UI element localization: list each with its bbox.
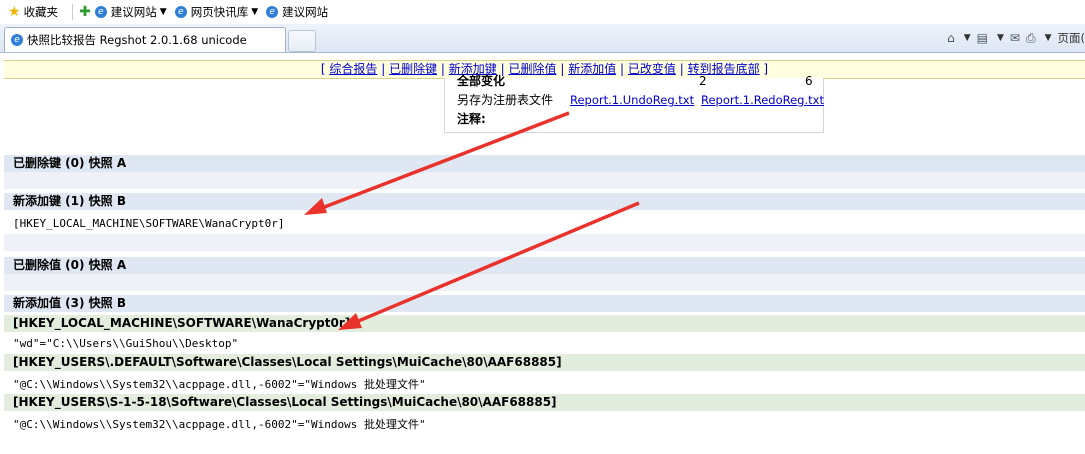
redo-reg-link[interactable]: Report.1.RedoReg.txt — [701, 91, 824, 109]
fav-item-label: 建议网站 — [282, 5, 329, 19]
tab-regshot-report[interactable]: e 快照比较报告 Regshot 2.0.1.68 unicode — [4, 27, 286, 52]
chevron-down-icon[interactable]: ▼ — [1045, 33, 1052, 43]
summary-row-save: 另存为注册表文件 Report.1.UndoReg.txt Report.1.R… — [445, 91, 824, 109]
fav-item-label: 网页快讯库 — [190, 5, 249, 19]
section-added-keys: 新添加键 (1) 快照 B — [4, 193, 1085, 210]
print-icon[interactable]: ⎙ — [1026, 31, 1036, 46]
chevron-down-icon[interactable]: ▼ — [997, 33, 1004, 43]
chevron-down-icon[interactable]: ▼ — [160, 7, 167, 17]
star-icon: ★ — [8, 4, 21, 20]
total-changes-a: 2 — [699, 74, 707, 88]
chevron-down-icon[interactable]: ▼ — [964, 33, 971, 43]
summary-row-comment: 注释: — [445, 110, 823, 128]
report-content: [ 综合报告 | 已删除键 | 新添加键 | 已删除值 | 新添加值 | 已改变… — [0, 53, 1085, 454]
fav-item-suggested-sites[interactable]: e 建议网站 ▼ — [94, 4, 167, 20]
value-key-row: [HKEY_USERS\.DEFAULT\Software\Classes\Lo… — [4, 354, 1085, 371]
value-key-row: [HKEY_USERS\S-1-5-18\Software\Classes\Lo… — [4, 394, 1085, 411]
favorites-label: 收藏夹 — [23, 5, 59, 19]
comment-label: 注释: — [457, 112, 486, 126]
nav-link-deleted-keys[interactable]: 已删除键 — [389, 62, 437, 76]
mail-icon[interactable]: ✉ — [1010, 31, 1020, 45]
new-tab-button[interactable] — [288, 30, 316, 52]
added-key-entry: [HKEY_LOCAL_MACHINE\SOFTWARE\WanaCrypt0r… — [13, 217, 285, 230]
save-as-reg-label: 另存为注册表文件 — [457, 93, 554, 107]
feeds-icon[interactable]: ▤ — [977, 31, 988, 45]
section-deleted-keys: 已删除键 (0) 快照 A — [4, 155, 1085, 172]
total-changes-b: 6 — [805, 74, 813, 88]
command-bar: ⌂ ▼ ▤ ▼ ✉ ⎙ ▼ 页面( — [947, 30, 1085, 46]
fav-item-label: 建议网站 — [110, 5, 157, 19]
undo-reg-link[interactable]: Report.1.UndoReg.txt — [570, 91, 694, 109]
add-favorite-icon[interactable]: ✚ — [79, 4, 91, 20]
value-key-row: [HKEY_LOCAL_MACHINE\SOFTWARE\WanaCrypt0r… — [4, 315, 1085, 332]
value-entry: "wd"="C:\\Users\\GuiShou\\Desktop" — [13, 337, 239, 350]
favorites-button[interactable]: ★ 收藏夹 — [0, 4, 58, 20]
spacer — [4, 274, 1085, 291]
chevron-down-icon[interactable]: ▼ — [251, 7, 258, 17]
divider — [72, 4, 74, 20]
total-changes-label: 全部变化 — [457, 74, 506, 88]
summary-table: 全部变化 2 6 另存为注册表文件 Report.1.UndoReg.txt R… — [444, 74, 824, 133]
home-icon[interactable]: ⌂ — [947, 31, 955, 45]
value-entry: "@C:\\Windows\\System32\\acppage.dll,-60… — [13, 378, 426, 391]
section-deleted-values: 已删除值 (0) 快照 A — [4, 257, 1085, 274]
ie-icon: e — [11, 34, 23, 46]
ie-icon: e — [174, 6, 187, 18]
nav-link-summary[interactable]: 综合报告 — [329, 62, 377, 76]
summary-row-total: 全部变化 2 6 — [445, 72, 823, 90]
ie-icon: e — [266, 6, 279, 18]
fav-item-suggested-sites-2[interactable]: e 建议网站 — [266, 4, 328, 20]
tab-title: 快照比较报告 Regshot 2.0.1.68 unicode — [27, 33, 247, 47]
spacer — [4, 234, 1085, 251]
favorites-bar: ★ 收藏夹 ✚ e 建议网站 ▼ e 网页快讯库 ▼ e 建议网站 — [0, 0, 1085, 24]
spacer — [4, 172, 1085, 189]
tab-bar: e 快照比较报告 Regshot 2.0.1.68 unicode ⌂ ▼ ▤ ▼ … — [0, 24, 1085, 53]
ie-icon: e — [94, 6, 107, 18]
page-menu[interactable]: 页面( — [1058, 30, 1085, 46]
value-entry: "@C:\\Windows\\System32\\acppage.dll,-60… — [13, 418, 426, 431]
section-added-values: 新添加值 (3) 快照 B — [4, 295, 1085, 312]
fav-item-web-slice-gallery[interactable]: e 网页快讯库 ▼ — [174, 4, 258, 20]
